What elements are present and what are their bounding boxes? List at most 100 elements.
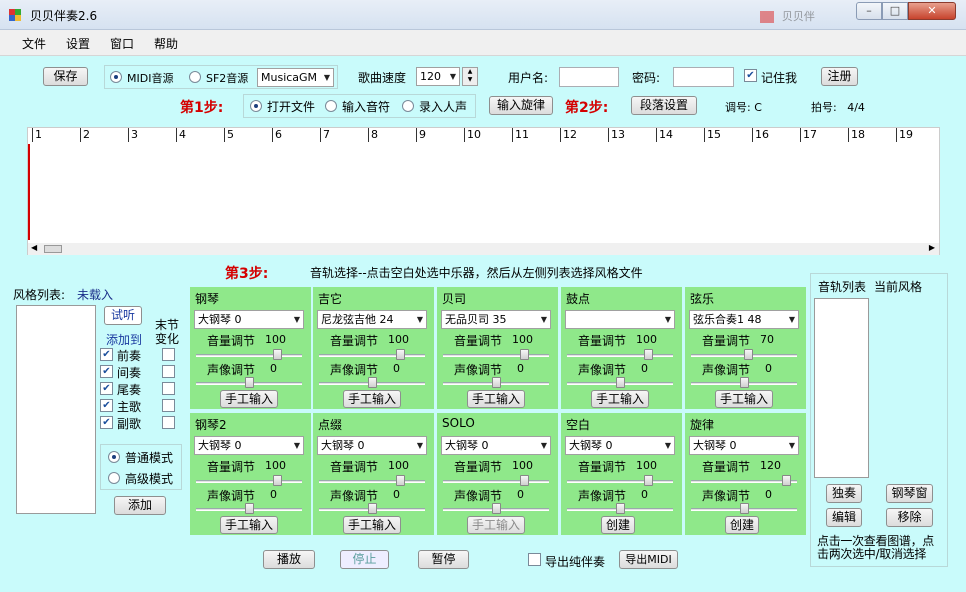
pan-slider[interactable] <box>689 502 799 516</box>
normal-mode-radio[interactable] <box>108 451 120 463</box>
scrollbar-thumb[interactable] <box>44 245 62 253</box>
section-change-checkbox[interactable] <box>162 348 175 361</box>
volume-slider[interactable] <box>194 348 304 362</box>
slider-thumb[interactable] <box>782 475 792 486</box>
instrument-select[interactable]: 大钢琴 0 ▼ <box>565 436 675 455</box>
sf2-source-radio[interactable] <box>189 71 201 83</box>
style-listbox[interactable] <box>16 305 96 514</box>
add-style-button[interactable]: 添加 <box>114 496 166 515</box>
slider-thumb[interactable] <box>367 503 377 514</box>
pan-slider[interactable] <box>689 376 799 390</box>
playhead[interactable] <box>28 144 30 240</box>
create-button[interactable]: 创建 <box>601 516 635 534</box>
track-panel[interactable]: 钢琴 大钢琴 0 ▼ 音量调节 100 声像调节 0 手工输入 <box>190 287 311 409</box>
password-input[interactable] <box>673 67 734 87</box>
track-panel[interactable]: 鼓点 ▼ 音量调节 100 声像调节 0 手工输入 <box>561 287 682 409</box>
section-change-checkbox[interactable] <box>162 382 175 395</box>
pan-slider[interactable] <box>317 502 427 516</box>
menu-help[interactable]: 帮助 <box>154 35 178 52</box>
menu-file[interactable]: 文件 <box>22 35 46 52</box>
pan-slider[interactable] <box>565 502 675 516</box>
section-change-checkbox[interactable] <box>162 365 175 378</box>
slider-thumb[interactable] <box>272 349 282 360</box>
instrument-select[interactable]: 大钢琴 0 ▼ <box>441 436 551 455</box>
slider-thumb[interactable] <box>519 475 529 486</box>
speed-select[interactable]: 120 ▼ <box>416 67 460 86</box>
manual-input-button[interactable]: 手工输入 <box>220 516 278 534</box>
instrument-select[interactable]: ▼ <box>565 310 675 329</box>
instrument-select[interactable]: 大钢琴 0 ▼ <box>194 310 304 329</box>
track-panel[interactable]: SOLO 大钢琴 0 ▼ 音量调节 100 声像调节 0 手工输入 <box>437 413 558 535</box>
volume-slider[interactable] <box>441 348 551 362</box>
remember-checkbox[interactable]: ✔ <box>744 69 757 82</box>
volume-slider[interactable] <box>441 474 551 488</box>
track-panel[interactable]: 吉它 尼龙弦吉他 24 ▼ 音量调节 100 声像调节 0 手工输入 <box>313 287 434 409</box>
track-panel[interactable]: 钢琴2 大钢琴 0 ▼ 音量调节 100 声像调节 0 手工输入 <box>190 413 311 535</box>
pan-slider[interactable] <box>441 502 551 516</box>
manual-input-button[interactable]: 手工输入 <box>343 390 401 408</box>
username-input[interactable] <box>559 67 619 87</box>
section-settings-button[interactable]: 段落设置 <box>631 96 697 115</box>
record-voice-radio[interactable] <box>402 100 414 112</box>
advanced-mode-radio[interactable] <box>108 472 120 484</box>
track-panel[interactable]: 旋律 大钢琴 0 ▼ 音量调节 120 声像调节 0 创建 <box>685 413 806 535</box>
pan-slider[interactable] <box>194 376 304 390</box>
minimize-button[interactable]: – <box>856 2 882 20</box>
remove-button[interactable]: 移除 <box>886 508 933 527</box>
manual-input-button[interactable]: 手工输入 <box>220 390 278 408</box>
instrument-select[interactable]: 尼龙弦吉他 24 ▼ <box>317 310 427 329</box>
instrument-select[interactable]: 弦乐合奏1 48 ▼ <box>689 310 799 329</box>
scroll-right-icon[interactable]: ▶ <box>929 243 935 252</box>
maximize-button[interactable]: □ <box>882 2 908 20</box>
slider-thumb[interactable] <box>491 503 501 514</box>
slider-thumb[interactable] <box>367 377 377 388</box>
volume-slider[interactable] <box>689 348 799 362</box>
section-add-checkbox[interactable]: ✔ <box>100 399 113 412</box>
slider-thumb[interactable] <box>739 377 749 388</box>
pause-button[interactable]: 暂停 <box>418 550 469 569</box>
pan-slider[interactable] <box>565 376 675 390</box>
timeline-area[interactable]: 1 2 3 4 5 6 7 8 9 10 11 12 13 14 15 16 17 18 19 ◀ ▶ <box>27 127 940 255</box>
menu-window[interactable]: 窗口 <box>110 35 134 52</box>
spin-down-icon[interactable]: ▼ <box>463 76 477 84</box>
volume-slider[interactable] <box>689 474 799 488</box>
speed-spinner[interactable]: ▲ ▼ <box>462 67 478 86</box>
manual-input-button[interactable]: 手工输入 <box>467 516 525 534</box>
export-midi-button[interactable]: 导出MIDI <box>619 550 678 569</box>
section-add-checkbox[interactable]: ✔ <box>100 365 113 378</box>
volume-slider[interactable] <box>565 348 675 362</box>
volume-slider[interactable] <box>317 474 427 488</box>
section-change-checkbox[interactable] <box>162 416 175 429</box>
save-button[interactable]: 保存 <box>43 67 88 86</box>
export-pure-checkbox[interactable] <box>528 553 541 566</box>
manual-input-button[interactable]: 手工输入 <box>591 390 649 408</box>
instrument-select[interactable]: 大钢琴 0 ▼ <box>317 436 427 455</box>
slider-thumb[interactable] <box>272 475 282 486</box>
open-file-radio[interactable] <box>250 100 262 112</box>
slider-thumb[interactable] <box>491 377 501 388</box>
slider-thumb[interactable] <box>744 349 754 360</box>
volume-slider[interactable] <box>317 348 427 362</box>
instrument-select[interactable]: 大钢琴 0 ▼ <box>194 436 304 455</box>
manual-input-button[interactable]: 手工输入 <box>467 390 525 408</box>
section-add-checkbox[interactable]: ✔ <box>100 416 113 429</box>
play-button[interactable]: 播放 <box>263 550 315 569</box>
instrument-select[interactable]: 大钢琴 0 ▼ <box>689 436 799 455</box>
volume-slider[interactable] <box>565 474 675 488</box>
manual-input-button[interactable]: 手工输入 <box>715 390 773 408</box>
sound-bank-select[interactable]: MusicaGM ▼ <box>257 68 334 87</box>
volume-slider[interactable] <box>194 474 304 488</box>
stop-button[interactable]: 停止 <box>340 550 389 569</box>
pan-slider[interactable] <box>194 502 304 516</box>
slider-thumb[interactable] <box>244 377 254 388</box>
solo-button[interactable]: 独奏 <box>826 484 862 503</box>
track-panel[interactable]: 贝司 无品贝司 35 ▼ 音量调节 100 声像调节 0 手工输入 <box>437 287 558 409</box>
piano-window-button[interactable]: 钢琴窗 <box>886 484 933 503</box>
slider-thumb[interactable] <box>615 503 625 514</box>
register-button[interactable]: 注册 <box>821 67 858 86</box>
spin-up-icon[interactable]: ▲ <box>463 68 477 76</box>
manual-input-button[interactable]: 手工输入 <box>343 516 401 534</box>
slider-thumb[interactable] <box>615 377 625 388</box>
menu-settings[interactable]: 设置 <box>66 35 90 52</box>
track-listbox[interactable] <box>814 298 869 478</box>
